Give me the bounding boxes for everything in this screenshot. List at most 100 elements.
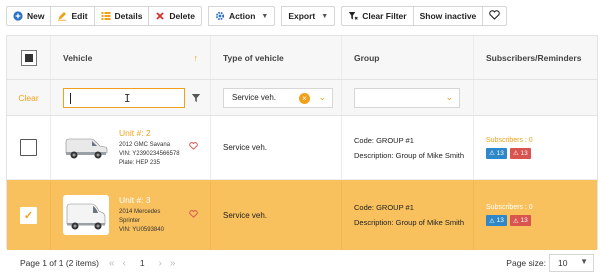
new-button[interactable]: New xyxy=(6,6,52,26)
vehicle-vin: VIN: YU0593840 xyxy=(119,227,164,233)
vehicle-model: 2014 Mercedes xyxy=(119,209,161,215)
column-header-subscribers[interactable]: Subscribers/Reminders xyxy=(474,36,597,79)
show-inactive-button[interactable]: Show inactive xyxy=(412,6,484,26)
group-description: Description: Group of Mike Smith xyxy=(354,218,465,227)
filter-clear-icon xyxy=(348,11,358,21)
page-number[interactable]: 1 xyxy=(140,258,145,268)
reminder-badge-overdue[interactable]: ⚠ 13 xyxy=(509,147,531,159)
list-icon xyxy=(101,11,111,21)
next-page-icon[interactable]: › xyxy=(159,258,162,269)
column-header-vehicle[interactable]: Vehicle ↑ xyxy=(51,36,211,79)
text-cursor xyxy=(70,92,71,104)
pager-summary: Page 1 of 1 (2 items) xyxy=(20,258,99,268)
badge-count: 13 xyxy=(496,217,504,224)
delete-button[interactable]: Delete xyxy=(148,6,202,26)
reminder-badge-overdue[interactable]: ⚠ 13 xyxy=(509,215,531,226)
vehicle-thumbnail xyxy=(63,195,109,235)
chevron-down-icon: ⌄ xyxy=(318,91,326,102)
pencil-icon xyxy=(57,11,67,21)
column-header-label: Type of vehicle xyxy=(223,52,284,63)
badge-count: 13 xyxy=(520,149,528,157)
edit-label: Edit xyxy=(71,11,88,21)
filter-icon[interactable] xyxy=(191,93,201,103)
details-label: Details xyxy=(114,11,143,21)
first-page-icon[interactable]: « xyxy=(109,258,115,269)
row-checkbox[interactable] xyxy=(20,139,37,156)
unit-link[interactable]: Unit #: 3 xyxy=(119,195,164,205)
new-label: New xyxy=(27,11,45,21)
clear-filter-label: Clear Filter xyxy=(362,11,407,21)
chevron-down-icon: ▼ xyxy=(321,12,329,20)
vehicle-model: 2012 GMC Savana xyxy=(119,141,171,148)
pager: Page 1 of 1 (2 items) « ‹ 1 › » Page siz… xyxy=(6,254,598,272)
row-select-cell: ✓ xyxy=(7,180,51,250)
select-all-cell xyxy=(7,36,51,79)
action-button[interactable]: Action ▼ xyxy=(207,6,276,26)
subscribers-count[interactable]: Subscribers : 0 xyxy=(486,137,533,144)
last-page-icon[interactable]: » xyxy=(170,258,176,269)
close-icon xyxy=(155,11,165,21)
clear-filters-link[interactable]: Clear xyxy=(7,80,51,115)
action-label: Action xyxy=(228,11,256,21)
warning-icon: ⚠ xyxy=(512,150,519,157)
page-size-value: 10 xyxy=(558,258,568,268)
favorite-heart-icon[interactable] xyxy=(189,209,198,221)
subscribers-count[interactable]: Subscribers : 0 xyxy=(486,204,533,211)
favorite-heart-icon[interactable] xyxy=(189,142,198,153)
group-filter-cell: ⌄ xyxy=(342,80,474,115)
table-row[interactable]: Unit #: 2 2012 GMC Savana VIN: Y23902345… xyxy=(7,116,597,180)
row-select-cell xyxy=(7,116,51,179)
column-header-type[interactable]: Type of vehicle xyxy=(211,36,342,79)
group-code: Code: GROUP #1 xyxy=(354,203,414,212)
badge-count: 13 xyxy=(496,149,504,157)
page-size-label: Page size: xyxy=(506,258,546,268)
vehicle-cell: Unit #: 3 2014 Mercedes Sprinter VIN: YU… xyxy=(51,180,211,250)
vehicle-filter-input[interactable]: I xyxy=(63,87,185,108)
group-filter-select[interactable]: ⌄ xyxy=(354,87,460,108)
toolbar: New Edit Details Delete Action ▼ Export … xyxy=(6,5,513,27)
sort-ascending-icon: ↑ xyxy=(193,52,199,63)
show-inactive-label: Show inactive xyxy=(419,11,477,21)
select-all-checkbox[interactable] xyxy=(20,49,37,66)
vehicle-type: Service veh. xyxy=(223,143,268,152)
row-checkbox-checked[interactable]: ✓ xyxy=(20,206,37,224)
chevron-down-icon: ▼ xyxy=(261,12,269,20)
export-button[interactable]: Export ▼ xyxy=(281,6,336,26)
vehicle-vin: VIN: Y2390234566578 xyxy=(119,150,180,157)
column-header-label: Vehicle xyxy=(63,52,93,63)
group-cell: Code: GROUP #1 Description: Group of Mik… xyxy=(342,116,474,179)
table-row-selected[interactable]: ✓ Unit #: 3 2014 Mercedes Sprinter VIN: … xyxy=(7,180,597,250)
grid-header: Vehicle ↑ Type of vehicle Group Subscrib… xyxy=(7,36,597,80)
favorites-button[interactable] xyxy=(482,6,508,26)
type-cell: Service veh. xyxy=(211,116,342,179)
vehicle-info: Unit #: 3 2014 Mercedes Sprinter VIN: YU… xyxy=(119,195,164,235)
page-size-select[interactable]: 10 ▼ xyxy=(549,254,594,272)
group-code: Code: GROUP #1 xyxy=(354,135,414,145)
clear-filter-button[interactable]: Clear Filter xyxy=(341,6,414,26)
edit-button[interactable]: Edit xyxy=(50,6,95,26)
action-group: Action ▼ xyxy=(207,6,276,26)
ibeam-cursor-icon: I xyxy=(124,91,131,105)
type-filter-select[interactable]: Service veh. × ⌄ xyxy=(223,87,333,108)
subscribers-filter-cell xyxy=(474,80,597,115)
crud-button-group: New Edit Details Delete xyxy=(6,6,202,26)
vehicle-grid: Vehicle ↑ Type of vehicle Group Subscrib… xyxy=(6,35,598,250)
warning-icon: ⚠ xyxy=(489,217,495,225)
gear-icon xyxy=(215,11,225,21)
column-header-group[interactable]: Group xyxy=(342,36,474,79)
delete-label: Delete xyxy=(169,11,195,21)
reminder-badge-info[interactable]: ⚠ 13 xyxy=(486,215,507,226)
vehicle-plate: Plate: HEP 235 xyxy=(119,159,160,166)
type-cell: Service veh. xyxy=(211,180,342,250)
subscribers-cell: Subscribers : 0 ⚠ 13 ⚠ 13 xyxy=(474,116,597,179)
warning-icon: ⚠ xyxy=(512,217,519,225)
filter-group: Clear Filter Show inactive xyxy=(341,6,508,26)
warning-icon: ⚠ xyxy=(489,150,495,157)
details-button[interactable]: Details xyxy=(93,6,150,26)
vehicle-thumbnail xyxy=(63,130,109,165)
reminder-badge-info[interactable]: ⚠ 13 xyxy=(486,147,507,159)
previous-page-icon[interactable]: ‹ xyxy=(122,258,125,269)
clear-selection-icon[interactable]: × xyxy=(299,92,310,104)
filter-row: Clear I Service veh. × ⌄ ⌄ xyxy=(7,80,597,116)
unit-link[interactable]: Unit #: 2 xyxy=(119,128,180,138)
